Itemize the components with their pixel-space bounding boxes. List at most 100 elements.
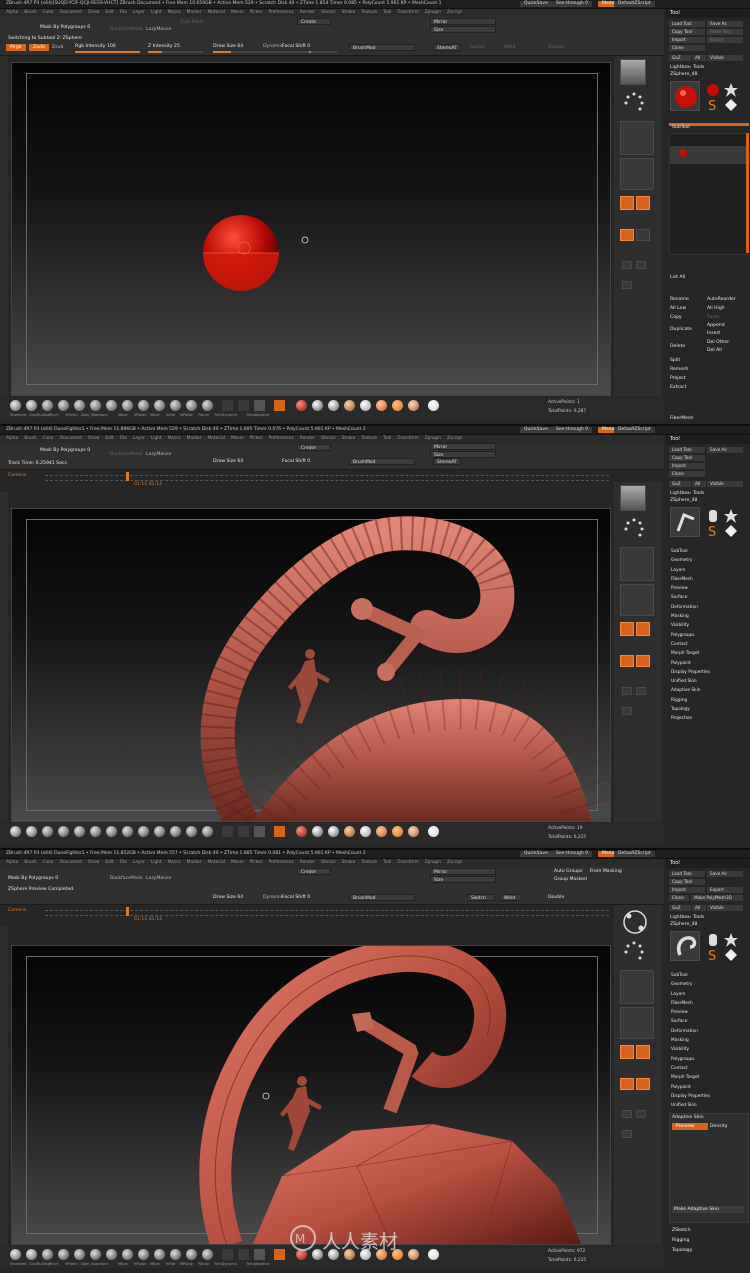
focal-shift-slider[interactable]: Focal Shift 0 <box>282 44 310 49</box>
menu-alpha[interactable]: Alpha <box>6 435 18 443</box>
subpalette-surface[interactable]: Surface <box>671 593 710 602</box>
load-tool-button[interactable]: Load Tool <box>669 871 705 877</box>
material-skin-icon[interactable] <box>344 400 355 411</box>
dynamic-toggle[interactable]: Dynamic <box>263 44 283 49</box>
timeline-cursor[interactable] <box>126 472 129 481</box>
subpalette-contact[interactable]: Contact <box>671 640 710 649</box>
brush-trimadaptive-icon[interactable] <box>202 1249 213 1260</box>
menu-layer[interactable]: Layer <box>133 9 145 17</box>
canvas-nav-box-2[interactable] <box>620 1007 654 1039</box>
quicksave-button[interactable]: QuickSave <box>520 851 552 857</box>
menu-zscript[interactable]: Zscript <box>447 859 462 867</box>
zadd-button[interactable]: Zadd <box>29 44 49 51</box>
subpalette-layers[interactable]: Layers <box>671 990 710 999</box>
subpalette-rigging[interactable]: Rigging <box>672 1238 689 1243</box>
brush-standard-icon[interactable] <box>10 826 21 837</box>
brush-move-icon[interactable] <box>90 1249 101 1260</box>
menu-stroke[interactable]: Stroke <box>342 859 356 867</box>
see-through-slider[interactable]: See-through 0 <box>552 427 592 433</box>
material-flat-icon[interactable] <box>428 826 439 837</box>
brush-move-icon[interactable] <box>90 826 101 837</box>
material-red-wax-icon[interactable] <box>296 400 307 411</box>
weld-button[interactable]: Weld <box>500 894 522 901</box>
movie-timeline[interactable]: Camera 01:11 01:13 <box>0 470 664 490</box>
material-orange-icon[interactable] <box>376 400 387 411</box>
material-2-icon[interactable] <box>312 826 323 837</box>
all-button[interactable]: All <box>692 55 706 61</box>
cylinder-tool-icon[interactable] <box>706 509 720 523</box>
copy-tool-button[interactable]: Copy Tool <box>669 29 705 35</box>
menu-stencil[interactable]: Stencil <box>321 435 336 443</box>
material-white-icon[interactable] <box>360 826 371 837</box>
brush-planar-icon[interactable] <box>170 400 181 411</box>
copy-tool-button[interactable]: Copy Tool <box>669 879 705 885</box>
subpalette-display-properties[interactable]: Display Properties <box>671 1092 710 1101</box>
brush-move2-icon[interactable] <box>122 826 133 837</box>
menu-marker[interactable]: Marker <box>187 9 202 17</box>
subpalette-geometry[interactable]: Geometry <box>671 980 710 989</box>
mirror-field[interactable]: Mirror <box>430 443 496 450</box>
subpalette-visibility[interactable]: Visibility <box>671 1045 710 1054</box>
stroke-icon[interactable] <box>222 1249 233 1260</box>
timeline-cursor[interactable] <box>126 907 129 916</box>
default-zscript-button[interactable]: DefaultZScript <box>614 1 655 7</box>
subpalette-polypaint[interactable]: Polypaint <box>671 659 710 668</box>
material-3-icon[interactable] <box>328 826 339 837</box>
cylinder-tool-icon[interactable] <box>706 933 720 947</box>
see-through-slider[interactable]: See-through 0 <box>552 851 592 857</box>
menu-brush[interactable]: Brush <box>24 859 36 867</box>
subpalette-fibermesh[interactable]: FiberMesh <box>671 999 710 1008</box>
current-tool-thumb[interactable] <box>670 931 700 961</box>
brush-planar-icon[interactable] <box>170 826 181 837</box>
menu-light[interactable]: Light <box>151 435 162 443</box>
subpalette-display-properties[interactable]: Display Properties <box>671 668 710 677</box>
stereo-button[interactable]: StereoAT <box>433 44 461 51</box>
z-intensity-slider[interactable]: Z Intensity 25 <box>148 44 180 49</box>
auto-groups-button[interactable]: Auto Groups <box>554 869 583 874</box>
alpha-icon[interactable] <box>238 400 249 411</box>
menu-layer[interactable]: Layer <box>133 859 145 867</box>
menu-file[interactable]: File <box>120 859 127 867</box>
subpalette-morph-target[interactable]: Morph Target <box>671 1073 710 1082</box>
persp-button[interactable] <box>620 622 634 636</box>
xyz-button[interactable] <box>636 1078 650 1090</box>
subpalette-surface[interactable]: Surface <box>671 1017 710 1026</box>
brush-inflat-icon[interactable] <box>138 826 149 837</box>
alpha-icon[interactable] <box>238 1249 249 1260</box>
draw-size-slider[interactable]: Draw Size 64 <box>213 44 243 49</box>
subpalette-adaptive-skin[interactable]: Adaptive Skin <box>671 686 710 695</box>
menu-tool[interactable]: Tool <box>383 435 391 443</box>
menu-draw[interactable]: Draw <box>88 435 99 443</box>
color-swatch-icon[interactable] <box>274 1249 285 1260</box>
extract-button[interactable]: Extract <box>670 385 686 390</box>
subtool-scrollbar[interactable] <box>746 133 749 253</box>
paste-tool-button[interactable]: Paste Tool <box>707 29 743 35</box>
menu-movie[interactable]: Movie <box>231 435 244 443</box>
subpalette-deformation[interactable]: Deformation <box>671 1027 710 1036</box>
subpalette-masking[interactable]: Masking <box>671 612 710 621</box>
menu-zplugin[interactable]: Zplugin <box>425 859 441 867</box>
frame-icon[interactable] <box>622 687 632 695</box>
menu-file[interactable]: File <box>120 435 127 443</box>
brush-inflat-icon[interactable] <box>138 400 149 411</box>
mask-by-polygroups[interactable]: Mask By Polygroups 0 <box>40 448 90 453</box>
menu-render[interactable]: Render <box>300 859 315 867</box>
remesh-button[interactable]: Remesh <box>670 367 688 372</box>
movie-timeline[interactable]: Camera 01:11 01:13 <box>0 905 664 925</box>
menu-zscript[interactable]: Zscript <box>447 9 462 17</box>
star-tool-icon[interactable] <box>724 509 738 523</box>
subpalette-unified-skin[interactable]: Unified Skin <box>671 1101 710 1110</box>
current-tool-thumb[interactable] <box>670 507 700 537</box>
menu-draw[interactable]: Draw <box>88 859 99 867</box>
brush-mpolish-icon[interactable] <box>154 826 165 837</box>
material-red-wax-icon[interactable] <box>296 826 307 837</box>
copy-tool-button[interactable]: Copy Tool <box>669 455 705 461</box>
switch-button[interactable]: Switch <box>467 894 495 901</box>
lightbox-tools-label[interactable]: Lightbox› Tools <box>670 491 704 496</box>
menu-color[interactable]: Color <box>43 9 54 17</box>
material-orange-icon[interactable] <box>376 826 387 837</box>
double-button[interactable]: Double <box>548 45 564 50</box>
save-as-button[interactable]: Save As <box>707 21 743 27</box>
see-through-slider[interactable]: See-through 0 <box>552 1 592 7</box>
menu-light[interactable]: Light <box>151 9 162 17</box>
